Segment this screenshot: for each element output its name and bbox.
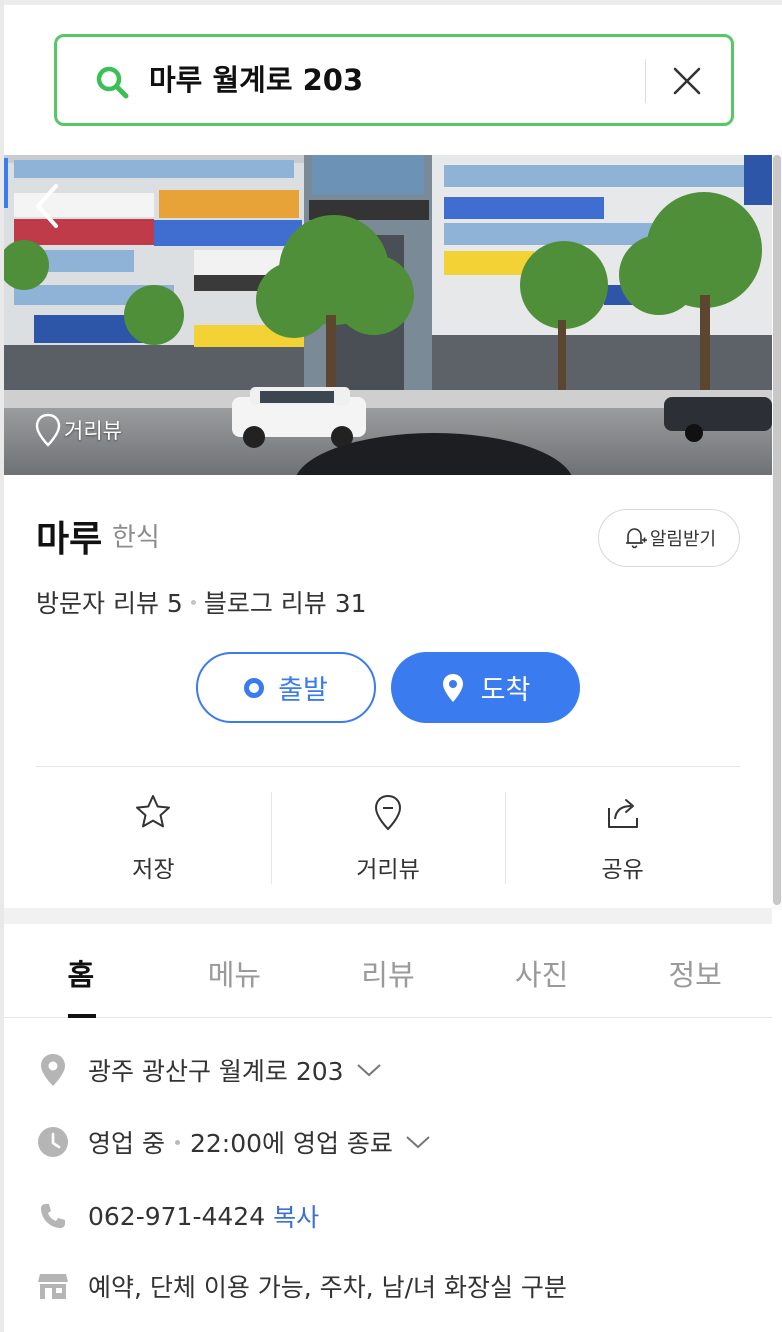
- save-label: 저장: [132, 857, 175, 883]
- phone-row: 062-971-4424 복사: [36, 1198, 319, 1234]
- top-border: [0, 0, 782, 5]
- facilities-text: 예약, 단체 이용 가능, 주차, 남/녀 화장실 구분: [88, 1273, 567, 1302]
- notify-label: 알림받기: [649, 529, 717, 550]
- share-label: 공유: [601, 857, 644, 883]
- search-input[interactable]: 마루 월계로 203: [149, 57, 363, 103]
- store-icon: [36, 1269, 70, 1303]
- scrollbar-thumb[interactable]: [773, 155, 781, 905]
- close-icon[interactable]: [669, 63, 705, 99]
- phone-icon: [36, 1199, 70, 1233]
- business-status: 영업 중: [88, 1129, 165, 1158]
- tab-menu[interactable]: 메뉴: [158, 924, 312, 1017]
- tab-info[interactable]: 정보: [618, 924, 772, 1017]
- facilities-row: 예약, 단체 이용 가능, 주차, 남/녀 화장실 구분: [36, 1268, 567, 1304]
- address-row[interactable]: 광주 광산구 월계로 203: [36, 1052, 382, 1088]
- bell-plus-icon: [625, 528, 647, 549]
- notify-button[interactable]: 알림받기: [598, 509, 740, 567]
- start-route-label: 출발: [278, 675, 328, 706]
- arrive-route-button[interactable]: 도착: [391, 652, 580, 723]
- hours-row[interactable]: 영업 중 22:00에 영업 종료: [36, 1124, 431, 1160]
- place-category: 한식: [112, 523, 160, 553]
- back-chevron-icon[interactable]: [28, 180, 68, 232]
- streetview-button[interactable]: 거리뷰: [270, 790, 506, 884]
- place-name: 마루: [36, 519, 103, 560]
- search-icon: [96, 66, 129, 99]
- pin-outline-icon: [374, 794, 402, 831]
- streetview-label: 거리뷰: [356, 857, 420, 883]
- dot-separator: [174, 1139, 180, 1145]
- star-icon: [136, 795, 171, 828]
- chevron-down-icon[interactable]: [356, 1062, 382, 1078]
- section-separator: [4, 908, 772, 924]
- search-bar[interactable]: 마루 월계로 203: [54, 34, 734, 126]
- streetview-badge[interactable]: 거리뷰: [34, 412, 122, 448]
- address-text: 광주 광산구 월계로 203: [88, 1057, 344, 1086]
- arrive-route-label: 도착: [480, 675, 531, 706]
- active-tab-indicator: [68, 1014, 96, 1018]
- tab-home[interactable]: 홈: [4, 924, 158, 1017]
- pin-icon: [442, 673, 463, 702]
- review-counts: 방문자 리뷰 5 블로그 리뷰 31: [36, 584, 367, 620]
- action-bar: 저장 거리뷰 공유: [36, 790, 740, 884]
- dot-separator: [190, 599, 196, 605]
- share-button[interactable]: 공유: [505, 790, 740, 884]
- closing-time: 22:00에 영업 종료: [189, 1129, 393, 1158]
- divider: [36, 766, 740, 767]
- location-pin-icon: [36, 1053, 70, 1087]
- tab-bar: 홈 메뉴 리뷰 사진 정보: [4, 924, 772, 1018]
- pin-outline-icon: [35, 413, 61, 447]
- save-button[interactable]: 저장: [36, 790, 271, 884]
- origin-dot-icon: [244, 677, 265, 698]
- visitor-reviews-link[interactable]: 방문자 리뷰 5: [36, 584, 183, 620]
- tab-reviews[interactable]: 리뷰: [311, 924, 465, 1017]
- search-divider: [645, 59, 646, 103]
- tab-photos[interactable]: 사진: [465, 924, 619, 1017]
- chevron-down-icon[interactable]: [405, 1134, 431, 1150]
- phone-number[interactable]: 062-971-4424: [88, 1202, 265, 1231]
- blog-reviews-link[interactable]: 블로그 리뷰 31: [204, 584, 367, 620]
- streetview-badge-label: 거리뷰: [64, 419, 122, 443]
- clock-icon: [36, 1125, 70, 1159]
- share-icon: [607, 799, 638, 828]
- copy-phone-button[interactable]: 복사: [273, 1198, 319, 1234]
- blue-tab-marker: [4, 158, 8, 208]
- start-route-button[interactable]: 출발: [196, 652, 376, 723]
